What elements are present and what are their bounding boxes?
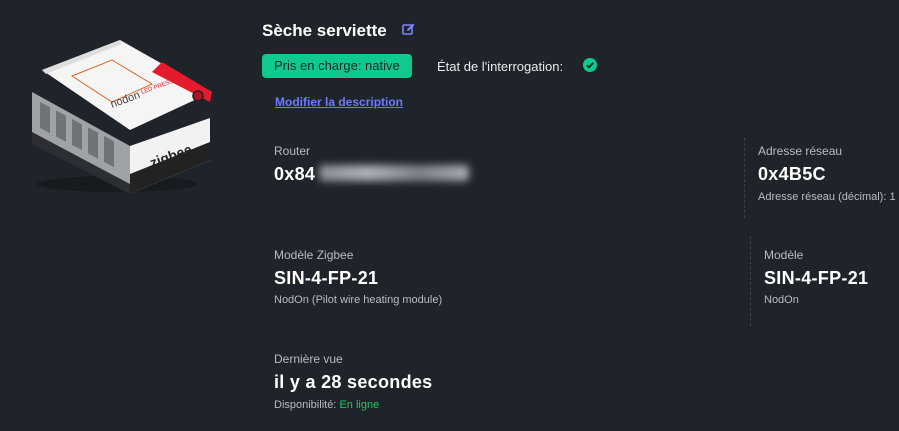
support-badge: Pris en charge: native: [262, 54, 412, 78]
last-seen-label: Dernière vue: [274, 352, 343, 366]
network-address-decimal: Adresse réseau (décimal): 1: [758, 191, 896, 203]
model-value: SIN-4-FP-21: [764, 268, 869, 288]
edit-icon[interactable]: [402, 22, 416, 36]
redacted-blur: [319, 165, 470, 181]
zigbee-model-label: Modèle Zigbee: [274, 248, 354, 262]
model-vendor: NodOn: [764, 294, 799, 306]
last-seen-value: il y a 28 secondes: [274, 372, 433, 392]
check-circle-icon: [583, 58, 597, 72]
availability-status: En ligne: [339, 399, 380, 411]
zigbee-model-description: NodOn (Pilot wire heating module): [274, 294, 443, 306]
model-label: Modèle: [764, 248, 804, 262]
availability-label: Disponibilité:: [274, 399, 337, 411]
edit-description-link[interactable]: Modifier la description: [275, 95, 403, 109]
zigbee-model-value: SIN-4-FP-21: [274, 268, 379, 288]
divider: [744, 138, 745, 218]
router-value: 0x84: [274, 164, 470, 185]
device-title: Sèche serviette: [262, 21, 387, 40]
network-address-label: Adresse réseau: [758, 144, 843, 158]
device-image: zigbee nodon LED PRESS: [32, 40, 212, 194]
availability: Disponibilité: En ligne: [274, 399, 379, 411]
poll-state-label: État de l'interrogation:: [437, 59, 564, 74]
router-label: Router: [274, 144, 311, 158]
divider: [750, 236, 751, 326]
network-address-value: 0x4B5C: [758, 164, 826, 184]
